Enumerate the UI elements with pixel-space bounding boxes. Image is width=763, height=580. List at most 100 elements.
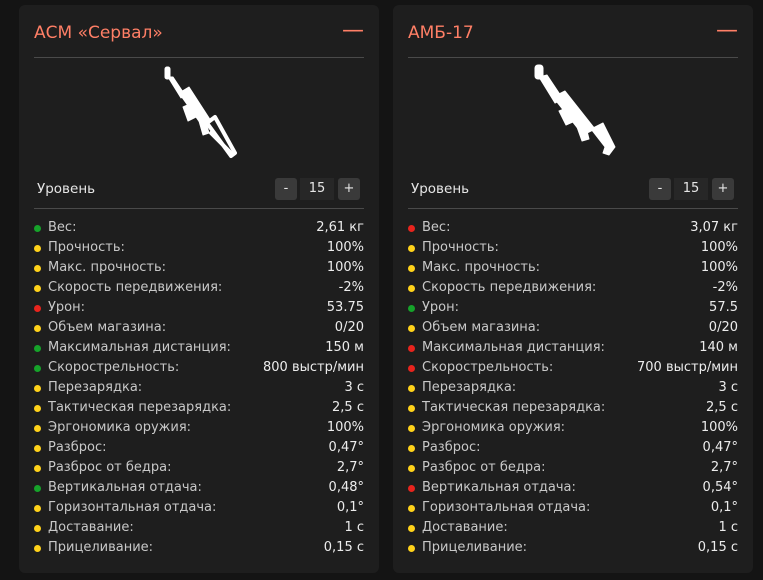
stat-row: Горизонтальная отдача: 0,1° — [408, 499, 738, 519]
status-dot-icon — [34, 265, 41, 272]
stat-value: 100% — [700, 420, 738, 435]
stat-value: 2,7° — [336, 460, 364, 475]
status-dot-icon — [408, 365, 415, 372]
stat-value: 0,1° — [336, 500, 364, 515]
status-dot-icon — [408, 465, 415, 472]
status-dot-icon — [408, 285, 415, 292]
stat-row: Прицеливание: 0,15 с — [34, 539, 364, 559]
stat-row: Прицеливание: 0,15 с — [408, 539, 738, 559]
stat-row: Максимальная дистанция: 150 м — [34, 339, 364, 359]
status-dot-icon — [34, 485, 41, 492]
status-dot-icon — [408, 245, 415, 252]
stat-value: 100% — [326, 420, 364, 435]
stat-name: Горизонтальная отдача: — [422, 500, 591, 515]
stat-row: Эргономика оружия: 100% — [34, 419, 364, 439]
stat-row: Вертикальная отдача: 0,48° — [34, 479, 364, 499]
status-dot-icon — [408, 325, 415, 332]
stat-value: 0,15 с — [323, 540, 364, 555]
stat-row: Урон: 57.5 — [408, 299, 738, 319]
status-dot-icon — [408, 385, 415, 392]
level-increase-button[interactable]: + — [338, 178, 360, 200]
stat-name: Объем магазина: — [48, 320, 167, 335]
stat-row: Разброс: 0,47° — [34, 439, 364, 459]
stat-name: Максимальная дистанция: — [48, 340, 231, 355]
stat-row: Макс. прочность: 100% — [408, 259, 738, 279]
stat-row: Скорострельность: 800 выстр/мин — [34, 359, 364, 379]
weapon-title: АМБ-17 — [408, 23, 474, 43]
status-dot-icon — [34, 345, 41, 352]
level-stepper: - 15 + — [270, 178, 360, 200]
stat-name: Максимальная дистанция: — [422, 340, 605, 355]
stat-name: Вес: — [48, 220, 77, 235]
level-increase-button[interactable]: + — [712, 178, 734, 200]
stat-row: Перезарядка: 3 с — [34, 379, 364, 399]
stat-value: 100% — [700, 260, 738, 275]
stat-row: Тактическая перезарядка: 2,5 с — [408, 399, 738, 419]
stat-value: 150 м — [325, 340, 364, 355]
stat-value: 2,5 с — [332, 400, 364, 415]
stat-name: Прицеливание: — [48, 540, 154, 555]
stat-name: Перезарядка: — [422, 380, 517, 395]
level-value[interactable]: 15 — [674, 178, 708, 200]
status-dot-icon — [34, 325, 41, 332]
stat-value: 0,48° — [328, 480, 364, 495]
stat-row: Перезарядка: 3 с — [408, 379, 738, 399]
card-header: АМБ-17 — — [408, 5, 738, 58]
level-value[interactable]: 15 — [300, 178, 334, 200]
minus-icon[interactable]: — — [716, 18, 738, 44]
stat-name: Разброс от бедра: — [422, 460, 546, 475]
weapon-card: АМБ-17 — Уровень - 15 + Вес: 3,07 кг Прочн… — [393, 5, 753, 573]
stat-value: 0/20 — [334, 320, 364, 335]
stat-name: Вертикальная отдача: — [48, 480, 202, 495]
stat-value: 100% — [326, 260, 364, 275]
status-dot-icon — [408, 445, 415, 452]
level-label: Уровень — [411, 181, 470, 197]
stat-name: Прицеливание: — [422, 540, 528, 555]
status-dot-icon — [34, 445, 41, 452]
status-dot-icon — [408, 345, 415, 352]
stat-value: 0,1° — [710, 500, 738, 515]
stat-value: 140 м — [699, 340, 738, 355]
stat-name: Урон: — [422, 300, 460, 315]
status-dot-icon — [34, 465, 41, 472]
stat-name: Горизонтальная отдача: — [48, 500, 217, 515]
status-dot-icon — [408, 505, 415, 512]
stat-row: Разброс от бедра: 2,7° — [34, 459, 364, 479]
level-row: Уровень - 15 + — [34, 175, 364, 209]
level-stepper: - 15 + — [644, 178, 734, 200]
status-dot-icon — [408, 405, 415, 412]
level-decrease-button[interactable]: - — [649, 178, 671, 200]
stat-value: -2% — [712, 280, 738, 295]
status-dot-icon — [408, 485, 415, 492]
stat-value: 2,7° — [710, 460, 738, 475]
level-decrease-button[interactable]: - — [275, 178, 297, 200]
stat-value: 1 с — [718, 520, 738, 535]
stat-name: Вертикальная отдача: — [422, 480, 576, 495]
stat-name: Скорость передвижения: — [422, 280, 597, 295]
minus-icon[interactable]: — — [342, 18, 364, 44]
stat-value: 800 выстр/мин — [263, 360, 364, 375]
stat-name: Эргономика оружия: — [422, 420, 566, 435]
stat-row: Разброс от бедра: 2,7° — [408, 459, 738, 479]
stat-row: Максимальная дистанция: 140 м — [408, 339, 738, 359]
stat-value: 53.75 — [326, 300, 364, 315]
level-label: Уровень — [37, 181, 96, 197]
stat-name: Перезарядка: — [48, 380, 143, 395]
stat-row: Объем магазина: 0/20 — [34, 319, 364, 339]
stat-name: Вес: — [422, 220, 451, 235]
stat-name: Скорострельность: — [422, 360, 554, 375]
stat-name: Разброс от бедра: — [48, 460, 172, 475]
stat-value: 0,47° — [328, 440, 364, 455]
status-dot-icon — [34, 405, 41, 412]
stat-value: 3,07 кг — [690, 220, 738, 235]
stat-row: Доставание: 1 с — [34, 519, 364, 539]
card-header: АСМ «Сервал» — — [34, 5, 364, 58]
stat-value: 0,15 с — [697, 540, 738, 555]
stat-name: Макс. прочность: — [422, 260, 541, 275]
stat-row: Урон: 53.75 — [34, 299, 364, 319]
stat-name: Тактическая перезарядка: — [48, 400, 232, 415]
stat-name: Разброс: — [48, 440, 107, 455]
stat-name: Доставание: — [422, 520, 508, 535]
stat-value: -2% — [338, 280, 364, 295]
stat-row: Горизонтальная отдача: 0,1° — [34, 499, 364, 519]
